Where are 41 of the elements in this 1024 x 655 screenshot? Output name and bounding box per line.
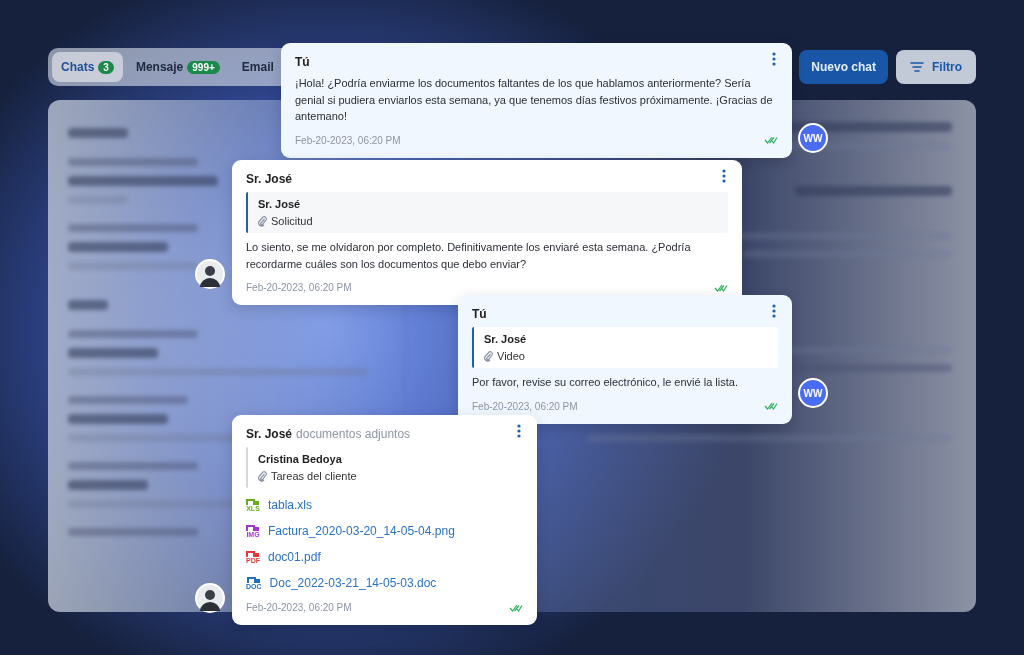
quoted-author: Sr. José: [484, 332, 528, 347]
paperclip-icon: [258, 214, 267, 227]
avatar-icon: [195, 259, 225, 289]
filter-icon: [910, 61, 924, 73]
attachment-name: Video: [497, 348, 525, 364]
message-text: ¡Hola! ¿Podría enviarme los documentos faltantes de los que hablamos anteriormente? Sería genial si pudiera enviarlos esta semana, ya que tenemos días festivos próximamente. ¡Gracias de antemano!: [295, 76, 774, 124]
count-badge: 3: [98, 61, 114, 74]
more-options-icon[interactable]: [772, 52, 776, 66]
message-author: Sr. José: [246, 171, 293, 188]
message-author: Tú: [472, 306, 487, 323]
more-options-icon[interactable]: [722, 169, 726, 183]
message-author: Sr. José: [246, 426, 293, 443]
filter-button[interactable]: Filtro: [896, 50, 976, 84]
tab[interactable]: Mensaje 999+: [126, 52, 229, 82]
avatar: WW: [798, 378, 828, 408]
file-link[interactable]: Doc_2022-03-21_14-05-03.doc: [269, 574, 437, 592]
attachment-name: Tareas del cliente: [271, 468, 357, 484]
message-text: Lo siento, se me olvidaron por completo. Definitivamente los enviaré esta semana. ¿Podría recordarme cuáles son los documentos que debo enviar?: [246, 240, 692, 272]
avatar: WW: [798, 123, 828, 153]
message-time: Feb-20-2023, 06:20 PM: [472, 399, 578, 414]
new-chat-button[interactable]: Nuevo chat: [799, 50, 888, 84]
tab[interactable]: Chats 3: [52, 52, 123, 82]
message-time: Feb-20-2023, 06:20 PM: [246, 281, 352, 295]
paperclip-icon: [484, 349, 493, 362]
file-link[interactable]: Factura_2020-03-20_14-05-04.png: [268, 522, 455, 540]
quoted-author: Cristina Bedoya: [258, 452, 343, 467]
paperclip-icon: [258, 469, 267, 482]
attachment-name: Solicitud: [271, 213, 313, 229]
message-author: Tú: [295, 54, 310, 71]
avatar-icon: [195, 583, 225, 613]
count-badge: 999+: [187, 61, 220, 74]
file-link[interactable]: tabla.xls: [268, 496, 313, 514]
quoted-author: Sr. José: [258, 197, 302, 212]
message-text: Por favor, revise su correo electrónico, le envié la lista.: [472, 375, 739, 390]
tab[interactable]: Email: [232, 52, 274, 82]
message-time: Feb-20-2023, 06:20 PM: [295, 133, 401, 148]
message-note: documentos adjuntos: [296, 426, 411, 443]
more-options-icon[interactable]: [517, 424, 521, 438]
message-time: Feb-20-2023, 06:20 PM: [246, 601, 352, 615]
more-options-icon[interactable]: [772, 304, 776, 318]
file-link[interactable]: doc01.pdf: [268, 548, 321, 566]
